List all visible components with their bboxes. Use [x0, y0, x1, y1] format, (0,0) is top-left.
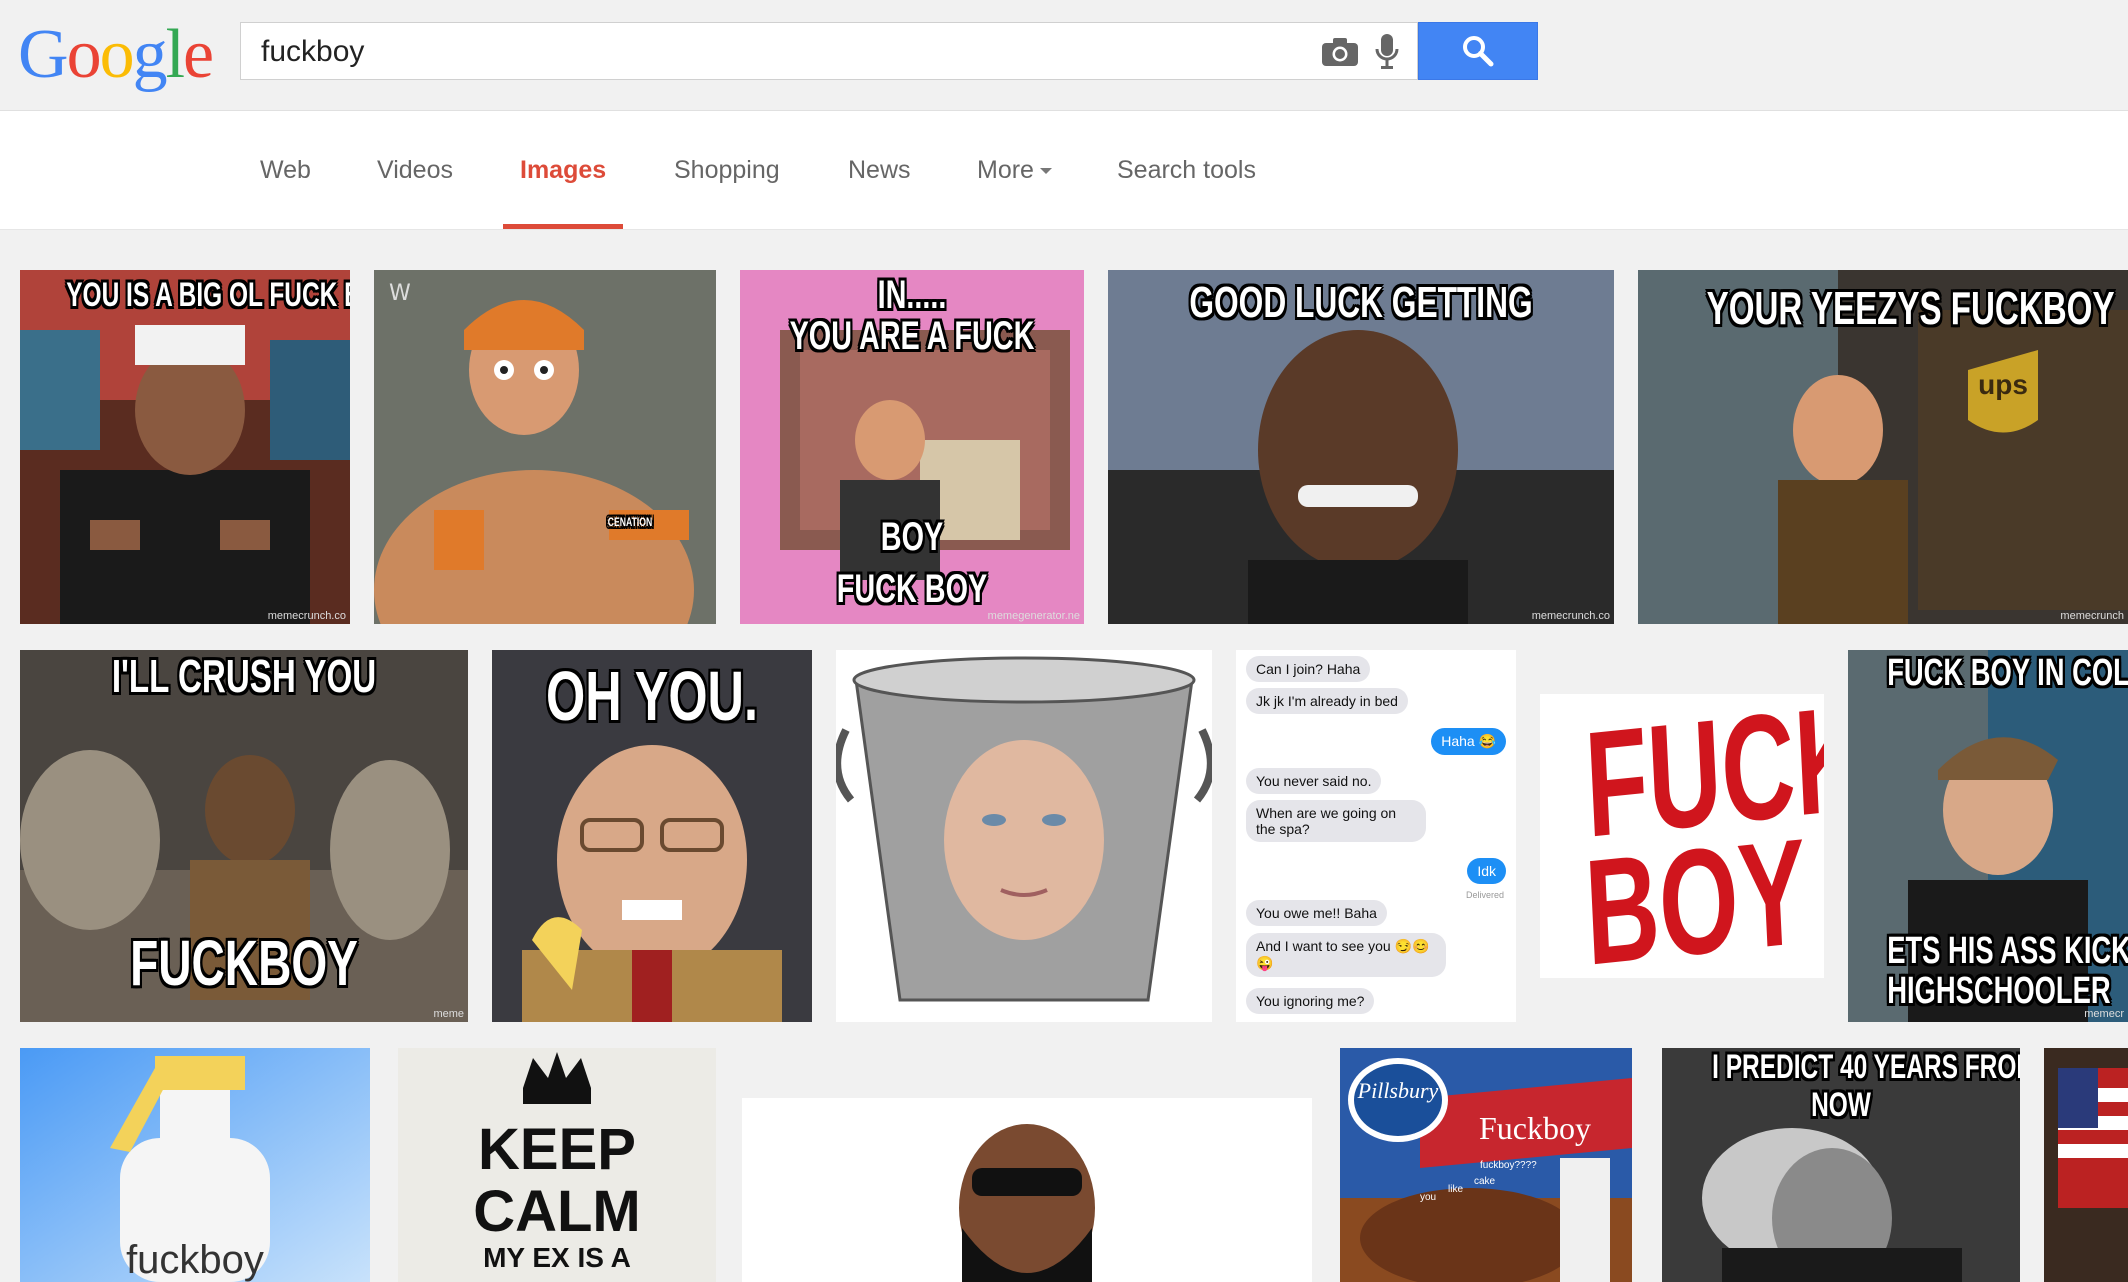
tab-web[interactable]: Web	[260, 111, 311, 229]
watermark: memecrunch.co	[267, 610, 346, 622]
tab-more-label: More	[977, 156, 1034, 184]
meme-caption: GOOD LUCK GETTING	[1189, 278, 1533, 327]
chat-message: You owe me!! Baha	[1246, 900, 1387, 926]
logo-letter: g	[132, 16, 168, 93]
poster-line: MY EX IS A	[483, 1242, 631, 1273]
meme-caption: NOW	[1811, 1086, 1871, 1124]
tab-news[interactable]: News	[848, 111, 911, 229]
meme-caption: IN.....	[877, 273, 947, 317]
box-title: Fuckboy	[1479, 1110, 1591, 1146]
camera-icon[interactable]	[1321, 37, 1359, 67]
tab-videos[interactable]: Videos	[377, 111, 453, 229]
meme-caption: I PREDICT 40 YEARS FROM	[1712, 1048, 2020, 1086]
tab-more[interactable]: More	[977, 111, 1052, 229]
dropdown-arrow-icon	[1039, 168, 1052, 175]
chat-message: When are we going on the spa?	[1246, 800, 1426, 842]
watermark: memecrunch.co	[1531, 610, 1610, 622]
image-result[interactable]: I'LL CRUSH YOU FUCKBOY meme	[20, 650, 468, 1022]
tab-search-tools-label: Search tools	[1117, 156, 1256, 184]
box-text: cake	[1474, 1176, 1496, 1187]
chat-message: Jk jk I'm already in bed	[1246, 688, 1408, 714]
meme-caption: FUCKBOY	[130, 927, 358, 999]
image-result[interactable]: fuckboy	[20, 1048, 370, 1282]
logo-word: BOY	[1581, 806, 1811, 978]
tab-images[interactable]: Images	[502, 111, 624, 229]
watermark: memecrunch	[2060, 610, 2124, 622]
watermark: memegenerator.ne	[987, 610, 1080, 622]
result-thumbnail: W	[374, 270, 716, 624]
meme-caption: ETS HIS ASS KICKED BY	[1887, 930, 2128, 972]
tab-search-tools[interactable]: Search tools	[1117, 111, 1256, 229]
image-result[interactable]: FUCK BOY	[1540, 694, 1824, 978]
meme-caption: OH YOU.	[546, 657, 758, 735]
brand-logo-text: Pillsbury	[1357, 1078, 1439, 1103]
chat-message: And I want to see you 😏😊😜	[1246, 933, 1446, 977]
chat-message: You never said no.	[1246, 768, 1382, 794]
delivered-label: Delivered	[1465, 890, 1504, 900]
top-bar: Google	[0, 0, 2128, 111]
logo-letter: l	[165, 16, 186, 93]
image-result[interactable]	[2044, 1048, 2128, 1282]
poster-line: KEEP	[478, 1117, 636, 1182]
tab-web-label: Web	[260, 156, 311, 184]
image-result[interactable]: KEEP CALM MY EX IS A	[398, 1048, 716, 1282]
search-tabs: Web Videos Images Shopping News More Sea…	[0, 111, 2128, 230]
meme-caption: YOUR YEEZYS FUCKBOY	[1706, 282, 2115, 334]
google-logo[interactable]: Google	[18, 10, 214, 100]
search-box[interactable]	[240, 22, 1418, 80]
image-result[interactable]	[836, 650, 1212, 1022]
watermark: memecr	[2084, 1008, 2124, 1020]
logo-letter: e	[183, 16, 214, 93]
microphone-icon[interactable]	[1375, 33, 1399, 71]
meme-caption: YOU IS A BIG OL FUCK BOY	[66, 276, 350, 314]
image-result[interactable]: GOOD LUCK GETTING memecrunch.co	[1108, 270, 1614, 624]
image-result[interactable]: ups YOUR YEEZYS FUCKBOY memecrunch	[1638, 270, 2128, 624]
bottle-label: fuckboy	[126, 1238, 264, 1282]
box-text: you	[1420, 1192, 1437, 1203]
meme-caption: BOY	[880, 515, 944, 559]
result-thumbnail	[836, 650, 1212, 1022]
logo-letter: G	[18, 16, 69, 93]
search-button[interactable]	[1418, 22, 1538, 80]
meme-caption: FUCK BOY	[836, 567, 988, 611]
result-thumbnail	[742, 1098, 1312, 1282]
shirt-text: CENATION	[607, 515, 653, 529]
box-subtitle: fuckboy????	[1480, 1160, 1537, 1171]
image-result[interactable]: Pillsbury Fuckboy fuckboy???? you like c…	[1340, 1048, 1632, 1282]
meme-caption: HIGHSCHOOLER	[1887, 970, 2111, 1012]
chat-message: Can I join? Haha	[1246, 656, 1371, 682]
image-result[interactable]: OH YOU.	[492, 650, 812, 1022]
ups-logo-text: ups	[1978, 369, 2028, 400]
logo-letter: o	[66, 16, 102, 93]
image-result[interactable]: IN..... YOU ARE A FUCK BOY FUCK BOY meme…	[740, 270, 1084, 624]
image-result[interactable]: YOU IS A BIG OL FUCK BOY memecrunch.co	[20, 270, 350, 624]
meme-caption: I'LL CRUSH YOU	[111, 650, 377, 702]
image-result[interactable]: FUCK BOY IN COLLEGE ETS HIS ASS KICKED B…	[1848, 650, 2128, 1022]
search-input[interactable]	[259, 31, 1263, 73]
logo-letter: o	[99, 16, 135, 93]
tab-shopping-label: Shopping	[674, 156, 780, 184]
chat-message: You ignoring me?	[1246, 988, 1375, 1014]
poster-line: CALM	[473, 1179, 641, 1244]
result-thumbnail	[2044, 1048, 2128, 1282]
box-text: like	[1448, 1184, 1464, 1195]
chat-message: Idk	[1467, 858, 1506, 884]
search-icon	[1463, 36, 1494, 67]
tab-videos-label: Videos	[377, 156, 453, 184]
svg-text:W: W	[389, 281, 411, 306]
meme-caption: YOU ARE A FUCK	[789, 314, 1035, 358]
image-result[interactable]	[742, 1098, 1312, 1282]
image-result[interactable]: W CENATION	[374, 270, 716, 624]
image-result[interactable]: I PREDICT 40 YEARS FROM NOW	[1662, 1048, 2020, 1282]
chat-message: Haha 😂	[1431, 728, 1506, 755]
result-thumbnail	[20, 270, 350, 624]
tab-shopping[interactable]: Shopping	[674, 111, 780, 229]
tab-news-label: News	[848, 156, 911, 184]
tab-images-label: Images	[520, 156, 607, 184]
watermark: meme	[433, 1008, 464, 1020]
meme-caption: FUCK BOY IN COLLEGE	[1887, 652, 2128, 694]
image-result[interactable]: Can I join? Haha Jk jk I'm already in be…	[1236, 650, 1516, 1022]
